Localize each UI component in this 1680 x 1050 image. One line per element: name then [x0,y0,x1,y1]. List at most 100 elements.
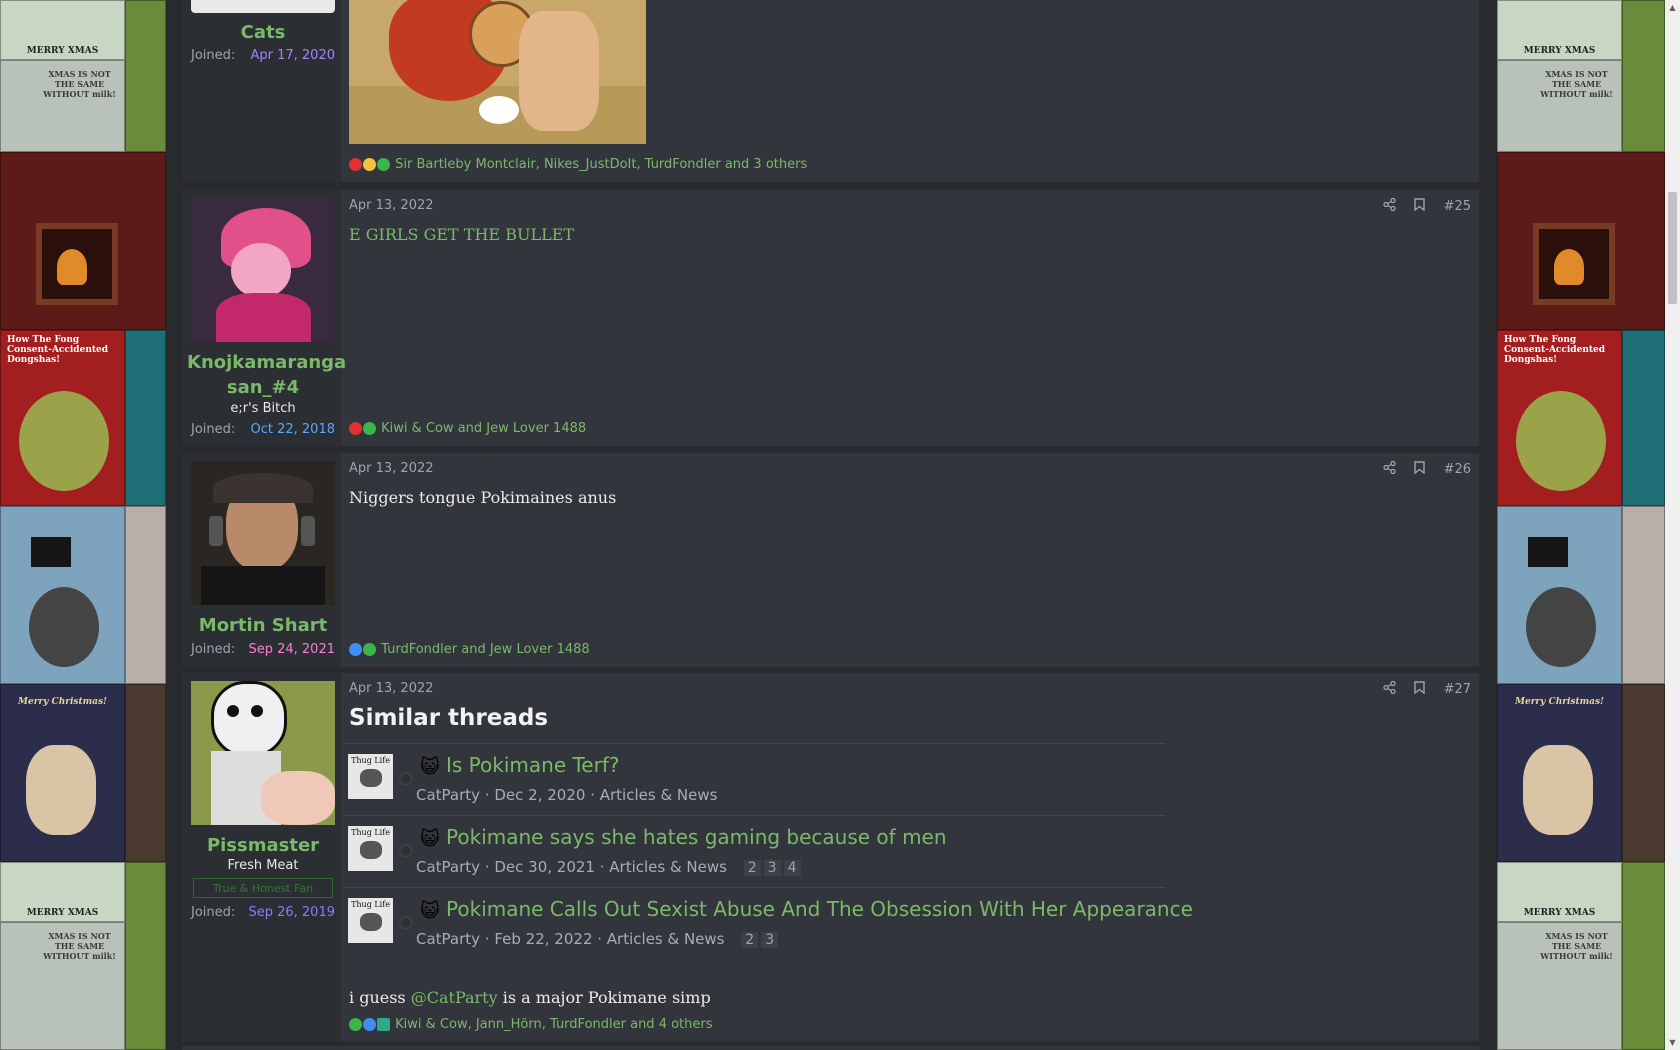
username-link[interactable]: Knojkamaranga san_#4 [187,350,346,400]
checkmark-reaction-icon [363,422,376,435]
similar-thread-row[interactable]: Thug Life 😺 Pokimane says she hates gami… [345,815,1165,887]
user-mention-link[interactable]: @CatParty [411,988,498,1007]
post-date-link[interactable]: Apr 13, 2022 [349,198,434,213]
heart-reaction-icon [349,422,362,435]
user-cell: Knojkamaranga san_#4 e;r's Bitch Joined:… [183,190,346,446]
unread-indicator [399,772,413,786]
post-number-link[interactable]: #26 [1444,462,1471,477]
post-body: Niggers tongue Pokimaines anus [349,488,617,507]
post-date-link[interactable]: Apr 13, 2022 [349,461,434,476]
username-link[interactable]: Mortin Shart [187,613,339,638]
page-scrollbar[interactable]: ▲ ▼ [1665,0,1680,1050]
joined-row: Joined: Apr 17, 2020 [191,48,335,63]
thread-author[interactable]: CatParty [416,858,480,876]
xmas-tile: MERRY XMAS [1497,862,1622,922]
post-body: E GIRLS GET THE BULLET [349,225,575,244]
post-actions: #27 [1369,680,1471,698]
page-link[interactable]: 2 [741,932,759,948]
thread-date: Dec 2, 2020 [494,786,586,804]
joined-date: Apr 17, 2020 [250,48,335,63]
joined-date: Sep 24, 2021 [248,642,335,657]
cocktail-reaction-icon [377,1018,390,1031]
share-icon[interactable] [1383,197,1396,215]
similar-thread-row[interactable]: Thug Life 😺 Pokimane Calls Out Sexist Ab… [345,887,1193,959]
thread-title-link[interactable]: Is Pokimane Terf? [446,753,619,777]
user-title: e;r's Bitch [230,401,296,416]
reactions-bar[interactable]: Kiwi & Cow and Jew Lover 1488 [349,421,586,436]
avatar[interactable] [191,198,335,342]
thread-meta: CatParty · Dec 2, 2020 · Articles & News [416,786,718,804]
thumbs-up-reaction-icon [349,643,362,656]
user-cell: Cats Joined: Apr 17, 2020 [183,0,341,182]
reactions-list[interactable]: TurdFondler and Jew Lover 1488 [381,642,590,657]
milk-tile: XMAS IS NOT THE SAME WITHOUT milk! [1497,60,1622,152]
cartoon-gif-image[interactable] [349,0,646,144]
thread-content: Cats Joined: Apr 17, 2020 Sir Bartleby M… [166,0,1497,1050]
avatar[interactable] [191,0,335,13]
reactions-list[interactable]: Kiwi & Cow, Jann_Hörn, TurdFondler and 4… [395,1017,712,1032]
milk-tile: XMAS IS NOT THE SAME WITHOUT milk! [0,60,125,152]
joined-row: Joined: Sep 24, 2021 [191,642,335,657]
reactions-bar[interactable]: Sir Bartleby Montclair, Nikes_JustDoIt, … [349,157,807,172]
background-left: MERRY XMAS XMAS IS NOT THE SAME WITHOUT … [0,0,166,1050]
background-right: MERRY XMAS XMAS IS NOT THE SAME WITHOUT … [1497,0,1665,1050]
xmas-tile [125,0,166,152]
scroll-up-arrow-icon[interactable]: ▲ [1665,0,1680,15]
merry-christmas-tile: Merry Christmas! [1497,684,1622,862]
username-link[interactable]: Cats [187,20,339,45]
thread-forum[interactable]: Articles & News [609,858,727,876]
thread-date: Feb 22, 2022 [494,930,593,948]
share-icon[interactable] [1383,680,1396,698]
similar-thread-row[interactable]: Thug Life 😺 Is Pokimane Terf? CatParty ·… [345,743,1165,815]
bookmark-icon[interactable] [1414,461,1426,478]
thread-author-avatar[interactable]: Thug Life [348,898,393,943]
reactions-list[interactable]: Kiwi & Cow and Jew Lover 1488 [381,421,586,436]
thread-meta: CatParty · Dec 30, 2021 · Articles & New… [416,858,801,876]
thread-author[interactable]: CatParty [416,786,480,804]
reactions-bar[interactable]: Kiwi & Cow, Jann_Hörn, TurdFondler and 4… [349,1017,713,1032]
thread-author-avatar[interactable]: Thug Life [348,826,393,871]
reactions-list[interactable]: Sir Bartleby Montclair, Nikes_JustDoIt, … [395,157,807,172]
post-date-link[interactable]: Apr 13, 2022 [349,681,434,696]
checkmark-reaction-icon [363,643,376,656]
xmas-tile [1622,684,1665,862]
checkmark-reaction-icon [349,1018,362,1031]
post-25: Knojkamaranga san_#4 e;r's Bitch Joined:… [182,189,1480,447]
grinch-tile: How The Fong Consent-Accidented Dongshas… [1497,330,1622,506]
xmas-tile [125,330,166,506]
scrollbar-thumb[interactable] [1668,192,1677,304]
xmas-tile [125,684,166,862]
snowman-tile [1497,506,1622,684]
xmas-tile: MERRY XMAS [1497,0,1622,60]
xmas-tile [125,506,166,684]
avatar[interactable] [191,461,335,605]
page-link[interactable]: 3 [761,932,779,948]
cat-face-icon: 😺 [420,756,440,778]
laugh-reaction-icon [363,158,376,171]
thread-forum[interactable]: Articles & News [600,786,718,804]
page-link[interactable]: 4 [783,860,801,876]
unread-indicator [399,844,413,858]
post-body: i guess @CatParty is a major Pokimane si… [349,988,711,1007]
thread-forum[interactable]: Articles & News [607,930,725,948]
post-number-link[interactable]: #25 [1444,199,1471,214]
similar-threads: Similar threads Thug Life 😺 Is Pokimane … [345,705,1193,959]
post-text: i guess [349,988,406,1007]
xmas-tile [1622,0,1665,152]
thread-title-link[interactable]: Pokimane Calls Out Sexist Abuse And The … [446,897,1193,921]
thread-author-avatar[interactable]: Thug Life [348,754,393,799]
page-link[interactable]: 2 [743,860,761,876]
similar-threads-heading: Similar threads [349,705,549,731]
scroll-down-arrow-icon[interactable]: ▼ [1665,1035,1680,1050]
bookmark-icon[interactable] [1414,681,1426,698]
post-number-link[interactable]: #27 [1444,682,1471,697]
thread-title-link[interactable]: Pokimane says she hates gaming because o… [446,825,947,849]
bookmark-icon[interactable] [1414,198,1426,215]
joined-date: Oct 22, 2018 [250,422,336,437]
post-27: Pissmaster Fresh Meat True & Honest Fan … [182,672,1480,1042]
next-post-edge [182,1046,1480,1050]
thread-author[interactable]: CatParty [416,930,480,948]
reactions-bar[interactable]: TurdFondler and Jew Lover 1488 [349,642,590,657]
page-link[interactable]: 3 [763,860,781,876]
share-icon[interactable] [1383,460,1396,478]
